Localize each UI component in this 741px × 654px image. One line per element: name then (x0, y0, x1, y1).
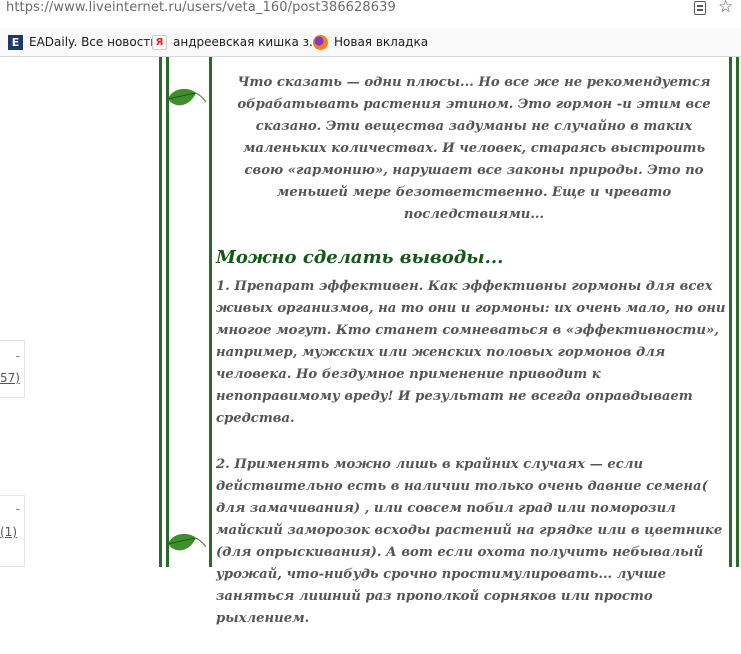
sidebar-count-link[interactable]: (1) (0, 525, 17, 539)
eadaily-favicon: E (8, 34, 23, 50)
firefox-icon (313, 34, 328, 50)
yandex-favicon: Я (152, 34, 167, 50)
sidebar-card: - 57) (0, 340, 25, 398)
frame-stripe (166, 57, 169, 567)
bookmark-star-icon[interactable]: ☆ (718, 0, 733, 17)
frame-stripe (209, 57, 212, 567)
address-bar[interactable]: https://www.liveinternet.ru/users/veta_1… (0, 0, 741, 29)
bookmark-eadaily[interactable]: E EADaily. Все новости (8, 34, 158, 50)
conclusion-paragraph-1: 1. Препарат эффективен. Как эффективны г… (216, 279, 726, 426)
frame-stripe (736, 57, 739, 567)
bookmark-yandex[interactable]: Я андреевская кишка з... (152, 34, 320, 50)
left-sidebar: - 57) - (1) (0, 57, 25, 567)
frame-stripe (159, 57, 162, 567)
sidebar-card: - (1) (0, 495, 25, 567)
url-text[interactable]: https://www.liveinternet.ru/users/veta_1… (6, 0, 396, 15)
bookmark-label: EADaily. Все новости (29, 35, 159, 49)
leaf-icon (167, 533, 206, 551)
bookmark-label: андреевская кишка з... (173, 35, 321, 49)
sidebar-count-link[interactable]: 57) (0, 371, 20, 385)
sidebar-dash: - (15, 349, 20, 363)
bookmarks-toolbar: E EADaily. Все новости Я андреевская киш… (0, 28, 741, 57)
conclusion-paragraph-2: 2. Применять можно лишь в крайних случая… (216, 457, 723, 626)
section-heading: Можно сделать выводы... (216, 247, 504, 268)
bookmark-new-tab[interactable]: Новая вкладка (313, 34, 428, 50)
intro-paragraph: Что сказать — одни плюсы... Но все же не… (237, 75, 711, 222)
bookmark-label: Новая вкладка (334, 35, 429, 49)
frame-stripe (729, 57, 732, 567)
leaf-icon (167, 88, 206, 106)
reader-view-icon[interactable] (694, 1, 706, 15)
sidebar-dash: - (15, 502, 20, 516)
